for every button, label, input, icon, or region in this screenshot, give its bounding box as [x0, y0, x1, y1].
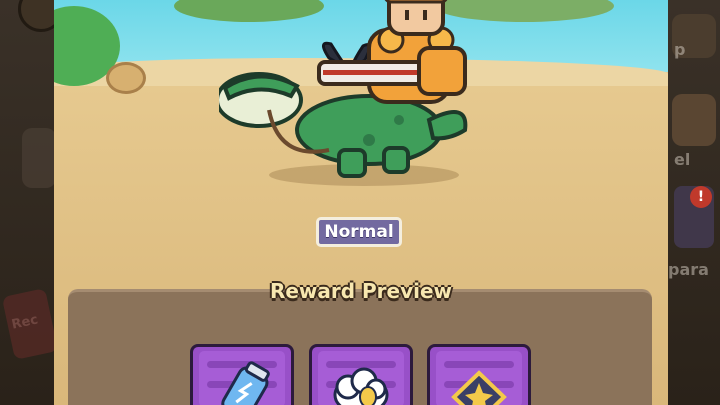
- reward-card[interactable]: [309, 344, 413, 405]
- right-menu-button-3[interactable]: !: [674, 186, 714, 248]
- right-menu-label-3: para: [668, 260, 709, 279]
- left-menu-button-top[interactable]: [18, 0, 54, 32]
- reward-card[interactable]: [427, 344, 531, 405]
- record-button-label: Rec: [10, 312, 40, 333]
- alert-badge-icon: !: [690, 186, 712, 208]
- energy-potion-icon: [221, 361, 270, 405]
- left-menu-icon-mid[interactable]: [22, 128, 54, 188]
- reward-card[interactable]: [190, 344, 294, 405]
- reward-preview-title: Reward Preview: [269, 279, 453, 303]
- right-side-panel: p el ! para: [668, 0, 720, 405]
- difficulty-badge[interactable]: Normal: [316, 217, 402, 247]
- battle-stage: Normal Reward Preview: [54, 0, 668, 405]
- left-side-panel: Rec: [0, 0, 54, 405]
- right-menu-label-2: el: [674, 150, 691, 169]
- record-button[interactable]: Rec: [1, 288, 54, 360]
- rock-decoration: [106, 62, 146, 94]
- star-gem-icon: [451, 370, 507, 405]
- cloud-egg-icon: [333, 367, 389, 405]
- right-menu-label-1: p: [674, 40, 686, 59]
- right-menu-button-2[interactable]: [672, 94, 716, 146]
- hero-riding-dino: [219, 0, 468, 178]
